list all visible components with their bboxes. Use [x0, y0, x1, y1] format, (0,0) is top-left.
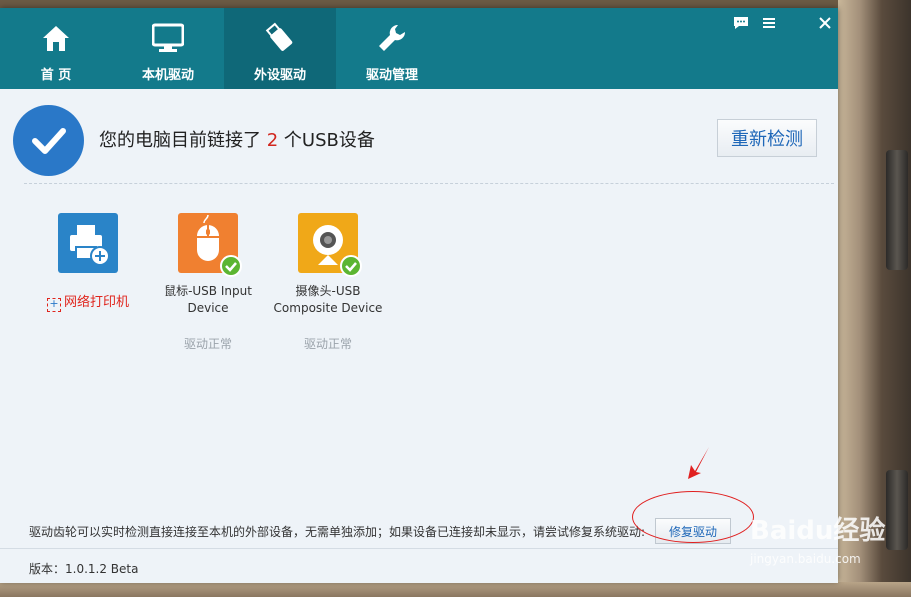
ok-badge-icon — [220, 255, 242, 277]
device-status: 驱动正常 — [303, 337, 352, 351]
printer-icon — [58, 213, 118, 273]
tab-driver-management[interactable]: 驱动管理 — [336, 8, 448, 89]
baidu-watermark: Baidu经验 jingyan.baidu.com — [750, 500, 910, 580]
status-bar: 版本：1.0.1.2 Beta — [0, 548, 838, 583]
tab-label: 首 页 — [40, 68, 72, 83]
check-circle-icon — [13, 105, 84, 176]
desktop-background-bottom — [0, 582, 911, 597]
device-name-line1: 摄像头-USB — [295, 284, 361, 298]
tab-home[interactable]: 首 页 — [0, 8, 112, 89]
home-icon — [43, 26, 69, 51]
ok-badge-icon — [340, 255, 362, 277]
recheck-button[interactable]: 重新检测 — [717, 119, 817, 157]
tab-label: 驱动管理 — [365, 68, 418, 83]
menu-icon[interactable] — [758, 12, 780, 34]
device-name-line1: 鼠标-USB Input — [164, 284, 252, 298]
annotation-ellipse — [632, 491, 754, 543]
divider — [24, 183, 834, 184]
usb-drive-icon — [265, 22, 293, 51]
status-prefix: 您的电脑目前链接了 — [99, 130, 261, 151]
status-suffix: 个USB设备 — [283, 130, 375, 151]
connection-status: 您的电脑目前链接了 2 个USB设备 — [99, 126, 375, 152]
watermark-brand: Baidu经验 — [750, 516, 886, 546]
device-status: 驱动正常 — [183, 337, 232, 351]
monitor-icon — [152, 23, 184, 52]
feedback-icon[interactable] — [730, 12, 752, 34]
device-name: 鼠标-USB Input Device — [148, 283, 268, 317]
webcam-icon — [298, 213, 362, 277]
version-label: 版本：1.0.1.2 Beta — [29, 562, 139, 576]
door-hinge — [886, 150, 908, 270]
tab-label: 本机驱动 — [141, 68, 194, 83]
annotation-arrow-icon — [688, 447, 709, 479]
device-name: 网络打印机 — [63, 295, 129, 310]
plus-icon: + — [46, 298, 61, 312]
device-name: 摄像头-USB Composite Device — [268, 283, 388, 317]
title-bar: 首 页 本机驱动 外设驱动 驱动管理 — [0, 8, 838, 89]
mouse-icon — [178, 213, 242, 277]
footer-hint: 驱动齿轮可以实时检测直接连接至本机的外部设备，无需单独添加；如果设备已连接却未显… — [29, 525, 646, 539]
wrench-icon — [379, 24, 406, 51]
close-icon[interactable] — [814, 12, 836, 34]
tab-label: 外设驱动 — [253, 68, 306, 83]
tab-peripheral-drivers[interactable]: 外设驱动 — [224, 8, 336, 89]
tab-local-drivers[interactable]: 本机驱动 — [112, 8, 224, 89]
add-printer-link[interactable]: + 网络打印机 — [28, 291, 148, 312]
device-name-line2: Composite Device — [273, 301, 383, 315]
device-count: 2 — [266, 130, 279, 151]
device-name-line2: Device — [187, 301, 229, 315]
watermark-url: jingyan.baidu.com — [750, 552, 861, 566]
